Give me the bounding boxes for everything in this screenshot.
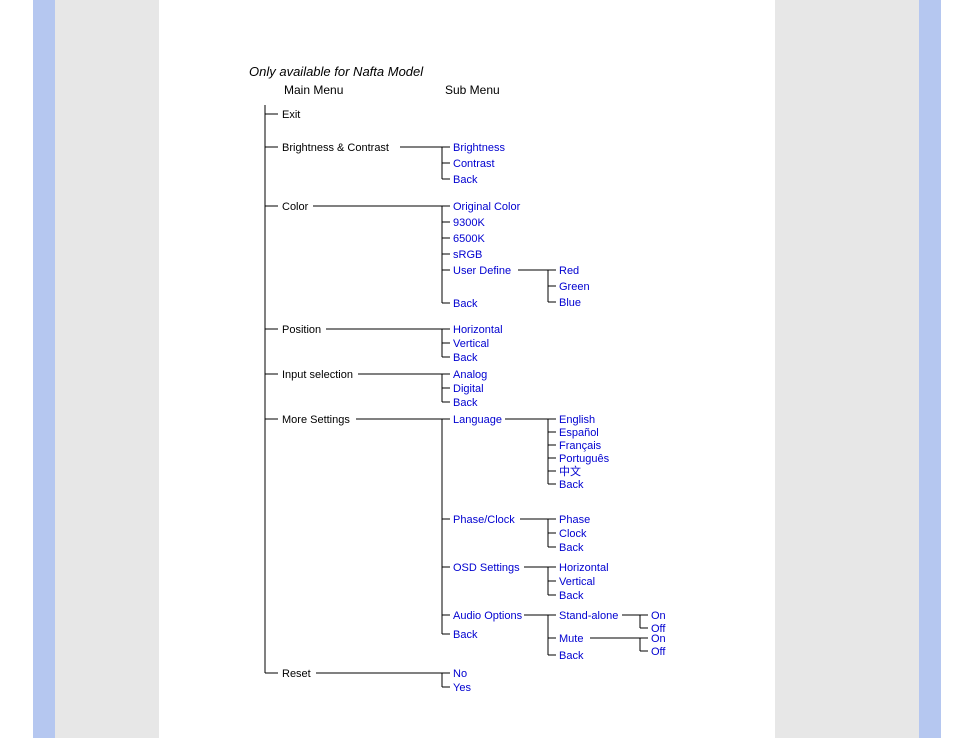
sub-bc-2: Back (453, 174, 478, 186)
phase-1: Clock (559, 528, 587, 540)
sub-pos-1: Vertical (453, 338, 489, 350)
sub-color-3: sRGB (453, 249, 482, 261)
menu-color: Color (282, 201, 309, 213)
osd-1: Vertical (559, 576, 595, 588)
sub-more-phase: Phase/Clock (453, 514, 515, 526)
sub-color-ud-0: Red (559, 265, 579, 277)
menu-exit: Exit (282, 109, 300, 121)
header-sub: Sub Menu (445, 83, 500, 97)
sub-color-ud-1: Green (559, 281, 590, 293)
sub-in-0: Analog (453, 369, 487, 381)
lang-2: Français (559, 440, 602, 452)
menu-reset: Reset (282, 668, 311, 680)
phase-2: Back (559, 542, 584, 554)
menu-more: More Settings (282, 414, 350, 426)
audio-mute: Mute (559, 633, 583, 645)
lang-3: Português (559, 453, 610, 465)
lang-0: English (559, 414, 595, 426)
sub-color-4: User Define (453, 265, 511, 277)
sub-color-5: Back (453, 298, 478, 310)
reset-1: Yes (453, 682, 471, 694)
lang-1: Español (559, 427, 599, 439)
phase-0: Phase (559, 514, 590, 526)
audio-mu-0: On (651, 633, 666, 645)
osd-0: Horizontal (559, 562, 609, 574)
sub-pos-0: Horizontal (453, 324, 503, 336)
sub-bc-0: Brightness (453, 142, 505, 154)
sub-color-1: 9300K (453, 217, 485, 229)
audio-sa: Stand-alone (559, 610, 618, 622)
audio-sa-0: On (651, 610, 666, 622)
sub-more-lang: Language (453, 414, 502, 426)
osd-2: Back (559, 590, 584, 602)
sub-bc-1: Contrast (453, 158, 495, 170)
lang-4: 中文 (559, 464, 581, 478)
reset-0: No (453, 668, 467, 680)
sub-more-audio: Audio Options (453, 610, 523, 622)
menu-input: Input selection (282, 369, 353, 381)
sub-more-back: Back (453, 629, 478, 641)
sub-color-0: Original Color (453, 201, 521, 213)
menu-position: Position (282, 324, 321, 336)
sub-in-2: Back (453, 397, 478, 409)
header-main: Main Menu (284, 83, 343, 97)
sub-color-ud-2: Blue (559, 297, 581, 309)
menu-tree: Main Menu Sub Menu Exit Brightness & Con… (0, 0, 954, 738)
sub-more-osd: OSD Settings (453, 562, 520, 574)
sub-pos-2: Back (453, 352, 478, 364)
audio-mu-1: Off (651, 646, 666, 658)
audio-back: Back (559, 650, 584, 662)
lang-5: Back (559, 479, 584, 491)
sub-color-2: 6500K (453, 233, 485, 245)
sub-in-1: Digital (453, 383, 484, 395)
menu-bc: Brightness & Contrast (282, 142, 389, 154)
